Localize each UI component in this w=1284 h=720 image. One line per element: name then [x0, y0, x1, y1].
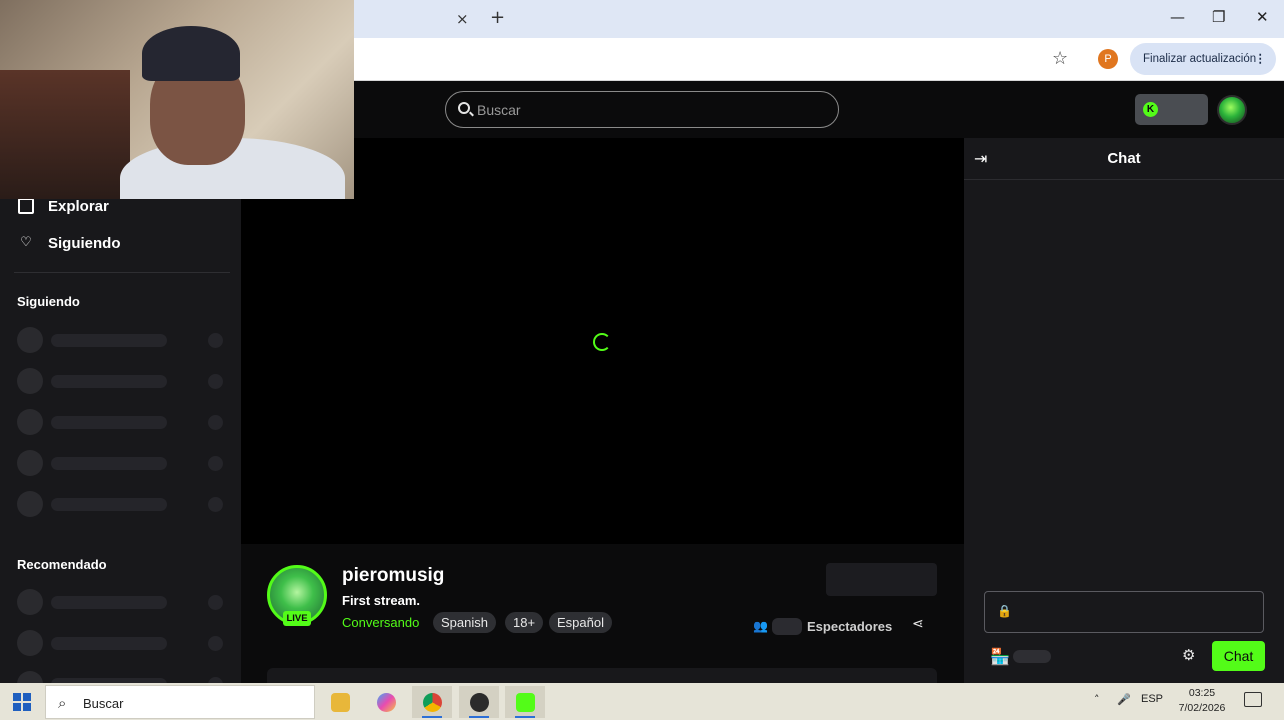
chrome-icon[interactable] [412, 686, 452, 718]
clock-date: 7/02/2026 [1178, 702, 1226, 714]
stream-tag[interactable]: Español [549, 612, 612, 633]
follow-button-placeholder [826, 563, 937, 596]
send-chat-button[interactable]: Chat [1212, 641, 1265, 671]
stream-tag[interactable]: Spanish [433, 612, 496, 633]
sidebar-divider [14, 272, 230, 273]
copilot-icon[interactable] [366, 686, 406, 718]
notifications-icon[interactable] [1244, 692, 1262, 707]
store-icon[interactable]: 🏪 [990, 647, 1010, 666]
viewer-count-placeholder [772, 617, 802, 635]
sidebar-item-following[interactable]: ♡ Siguiendo [18, 232, 121, 254]
search-icon: ⌕ [58, 694, 67, 712]
tray-expand-icon[interactable]: ˄ [1094, 693, 1100, 706]
header-action-button[interactable]: K [1135, 94, 1208, 125]
channel-skeleton-row [17, 450, 227, 476]
channel-skeleton-row [17, 368, 227, 394]
kick-app-icon[interactable] [505, 686, 545, 718]
following-section-title: Siguiendo [17, 294, 80, 309]
microphone-icon[interactable]: 🎤 [1117, 693, 1131, 706]
more-menu-icon[interactable]: ⋮ [1255, 43, 1267, 75]
windows-taskbar: ⌕ Buscar ˄ 🎤 ESP 03:25 7/02/2026 [0, 683, 1284, 720]
sidebar-item-label: Siguiendo [48, 234, 121, 252]
screen: × + — ❐ ✕ ☆ P Finalizar actualización ⋮ … [0, 0, 1284, 720]
update-button-label: Finalizar actualización [1143, 53, 1257, 65]
language-indicator[interactable]: ESP [1141, 693, 1163, 705]
address-bar[interactable] [300, 42, 1090, 76]
stream-category[interactable]: Conversando [342, 615, 419, 630]
sidebar-item-label: Explorar [48, 197, 109, 215]
share-icon[interactable]: ⋖ [912, 616, 924, 632]
search-icon [458, 102, 470, 114]
streamer-name[interactable]: pieromusig [342, 565, 444, 587]
channel-skeleton-row [17, 589, 227, 615]
profile-avatar[interactable]: P [1098, 49, 1118, 69]
channel-skeleton-row [17, 327, 227, 353]
stream-title: First stream. [342, 593, 421, 608]
lock-icon: 🔒 [997, 604, 1012, 618]
loading-spinner-icon [593, 333, 611, 351]
update-browser-button[interactable]: Finalizar actualización ⋮ [1130, 43, 1276, 75]
chat-panel: ⇥ Chat 🔒 🏪 ⚙ Chat [964, 138, 1284, 683]
sidebar: Explorar ♡ Siguiendo Siguiendo Recomenda… [0, 197, 241, 697]
system-clock[interactable]: 03:25 7/02/2026 [1176, 686, 1228, 716]
chat-message-input[interactable]: 🔒 [984, 591, 1264, 633]
channel-skeleton-row [17, 630, 227, 656]
channel-skeleton-row [17, 409, 227, 435]
bookmark-star-icon[interactable]: ☆ [1052, 48, 1068, 69]
chat-title: Chat [1107, 150, 1141, 167]
kick-logo-icon: K [1143, 102, 1158, 117]
windows-start-icon[interactable] [13, 693, 31, 711]
points-placeholder [1013, 650, 1051, 663]
explore-icon [18, 198, 34, 214]
viewer-count: 👥 Espectadores [753, 616, 892, 636]
recommended-section-title: Recomendado [17, 557, 107, 572]
tab-close-button[interactable]: × [456, 10, 469, 28]
gear-icon[interactable]: ⚙ [1182, 646, 1195, 664]
search-placeholder: Buscar [477, 102, 521, 118]
minimize-button[interactable]: — [1170, 8, 1185, 26]
channel-skeleton-row [17, 491, 227, 517]
new-tab-button[interactable]: + [490, 7, 505, 28]
heart-icon: ♡ [20, 235, 32, 250]
main-content: LIVE pieromusig First stream. Conversand… [241, 138, 964, 683]
webcam-overlay [0, 0, 354, 199]
restore-button[interactable]: ❐ [1212, 8, 1225, 26]
about-panel [267, 668, 937, 683]
obs-icon[interactable] [459, 686, 499, 718]
viewers-label: Espectadores [807, 618, 893, 634]
chat-header: ⇥ Chat [964, 138, 1284, 180]
user-avatar[interactable] [1217, 95, 1247, 125]
close-window-button[interactable]: ✕ [1256, 8, 1269, 26]
file-explorer-icon[interactable] [320, 686, 360, 718]
taskbar-search-text: Buscar [83, 696, 124, 711]
live-badge: LIVE [283, 611, 311, 626]
viewers-icon: 👥 [753, 619, 768, 633]
stream-tag[interactable]: 18+ [505, 612, 544, 633]
site-search-input[interactable]: Buscar [445, 91, 839, 128]
taskbar-search-input[interactable]: ⌕ Buscar [45, 685, 315, 719]
clock-time: 03:25 [1188, 687, 1216, 699]
